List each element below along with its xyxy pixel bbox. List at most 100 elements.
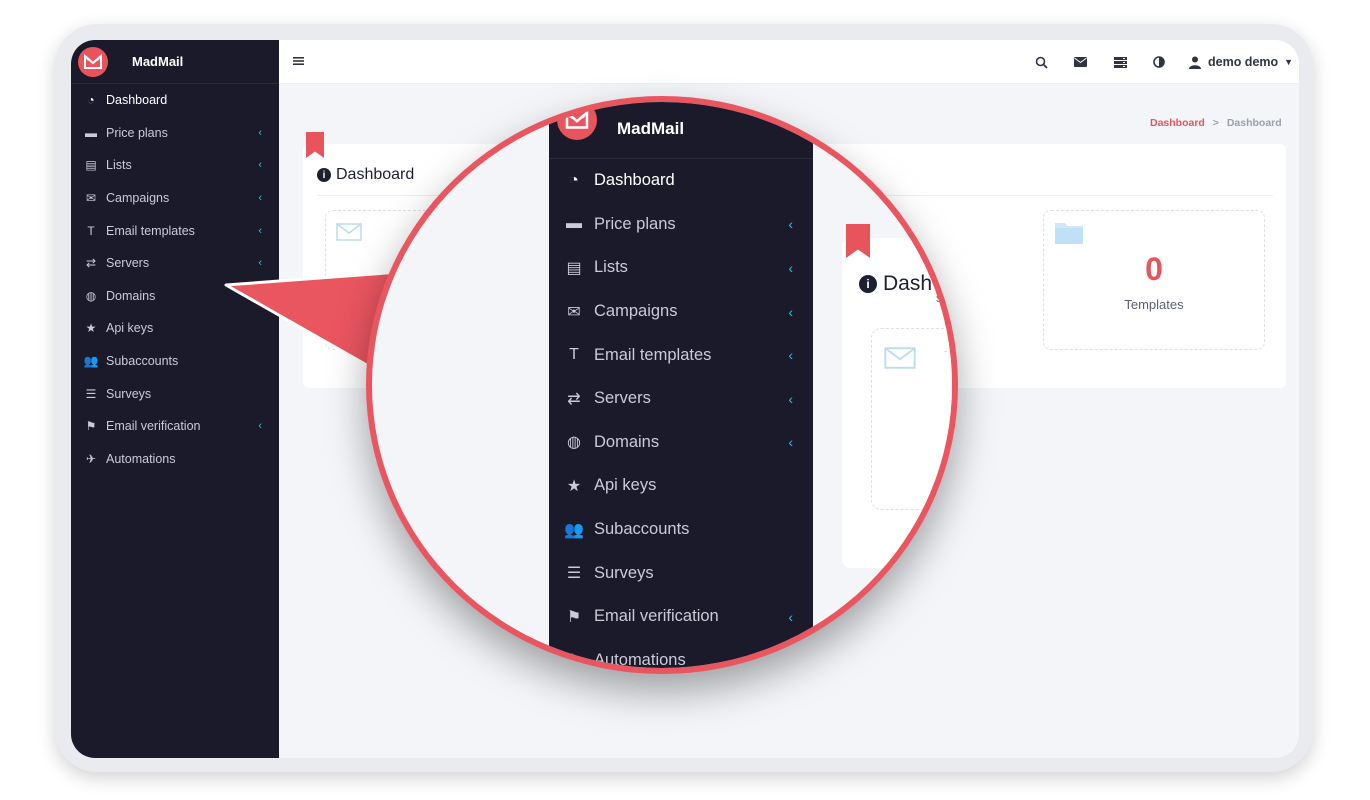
card-title: i Dashboard bbox=[317, 166, 414, 184]
chevron-left-icon: ‹ bbox=[788, 434, 793, 451]
sidebar-item-label: Api keys bbox=[106, 321, 154, 336]
sidebar-item-lists[interactable]: ▤ Lists ‹ bbox=[71, 149, 279, 182]
zoomed-sidebar-item-api-keys: ★ Api keys bbox=[549, 464, 813, 508]
envelope-icon[interactable] bbox=[1072, 54, 1088, 70]
list-document-icon: ▤ bbox=[566, 259, 582, 277]
sidebar-item-price-plans[interactable]: ▬ Price plans ‹ bbox=[71, 117, 279, 150]
zoomed-sidebar-item-lists: ▤ Lists ‹ bbox=[549, 246, 813, 290]
envelope-icon: ✉ bbox=[567, 303, 581, 321]
sidebar-item-email-verification[interactable]: ⚑ Email verification ‹ bbox=[71, 410, 279, 443]
caret-down-icon: ▼ bbox=[1284, 57, 1294, 67]
sidebar-item-label: Domains bbox=[106, 288, 156, 303]
zoomed-sidebar-nav: ◔ Dashboard ▬ Price plans ‹ ▤ Lists ‹ ✉ Campaigns… bbox=[549, 159, 813, 670]
info-icon: i bbox=[317, 168, 331, 182]
breadcrumb: Dashboard > Dashboard bbox=[1150, 117, 1282, 129]
sidebar-item-label: Price plans bbox=[106, 125, 168, 140]
stat-box-templates[interactable]: 0 Templates bbox=[1043, 210, 1265, 350]
sidebar-item-label: Subaccounts bbox=[106, 354, 179, 369]
zoomed-sidebar-item-email-templates: T Email templates ‹ bbox=[549, 333, 813, 377]
card-title-text: Dashboard bbox=[336, 166, 415, 183]
list-bullets-icon: ☰ bbox=[566, 565, 582, 583]
zoomed-sidebar-item-surveys: ☰ Surveys bbox=[549, 551, 813, 595]
check-flag-icon: ⚑ bbox=[85, 419, 97, 434]
zoomed-sidebar-item-email-verification: ⚑ Email verification ‹ bbox=[549, 595, 813, 639]
folder-icon bbox=[1054, 219, 1084, 250]
search-icon[interactable] bbox=[1033, 54, 1049, 70]
globe-icon: ◍ bbox=[85, 288, 97, 303]
credit-card-icon: ▬ bbox=[566, 215, 582, 233]
users-icon: 👥 bbox=[564, 521, 584, 539]
chevron-left-icon: ‹ bbox=[258, 159, 262, 172]
chevron-left-icon: ‹ bbox=[258, 257, 262, 270]
sidebar-item-label: Servers bbox=[106, 256, 150, 271]
text-format-icon: T bbox=[87, 223, 95, 238]
sidebar-item-email-templates[interactable]: T Email templates ‹ bbox=[71, 214, 279, 247]
zoomed-stat-box bbox=[871, 328, 952, 510]
chevron-left-icon: ‹ bbox=[788, 259, 793, 276]
sidebar-item-servers[interactable]: ⇄ Servers ‹ bbox=[71, 247, 279, 280]
chevron-left-icon: ‹ bbox=[258, 420, 262, 433]
users-icon: 👥 bbox=[83, 354, 99, 369]
sidebar-item-label: Domains bbox=[594, 432, 660, 451]
sidebar-item-label: Email templates bbox=[594, 345, 712, 364]
sidebar-item-dashboard[interactable]: ◔ Dashboard bbox=[71, 84, 279, 117]
zoomed-bookmark-icon bbox=[846, 224, 870, 258]
sidebar-item-label: Lists bbox=[106, 158, 132, 173]
user-menu[interactable]: demo demo ▼ bbox=[1189, 52, 1293, 72]
sidebar-item-automations[interactable]: ✈ Automations bbox=[71, 443, 279, 476]
sidebar-item-campaigns[interactable]: ✉ Campaigns ‹ bbox=[71, 182, 279, 215]
madmail-logo-icon bbox=[78, 46, 108, 77]
sidebar-item-label: Subaccounts bbox=[594, 520, 690, 539]
text-format-icon: T bbox=[569, 346, 579, 364]
sidebar-item-surveys[interactable]: ☰ Surveys bbox=[71, 377, 279, 410]
magnifier-zoom: MadMail ◔ Dashboard ▬ Price plans ‹ ▤ Lists ‹ ✉ C… bbox=[366, 96, 958, 674]
server-icon[interactable] bbox=[1112, 54, 1128, 70]
sidebar-item-label: Email verification bbox=[594, 607, 719, 626]
star-icon: ★ bbox=[566, 477, 582, 495]
user-name: demo demo bbox=[1208, 55, 1279, 69]
sidebar-item-label: Automations bbox=[594, 650, 686, 669]
zoomed-sidebar-item-domains: ◍ Domains ‹ bbox=[549, 421, 813, 465]
sidebar-item-label: Email templates bbox=[106, 223, 195, 238]
contrast-icon[interactable] bbox=[1151, 54, 1167, 70]
sidebar-nav: ◔ Dashboard ▬ Price plans ‹ ▤ Lists ‹ ✉ Campaigns… bbox=[71, 84, 279, 475]
zoomed-sidebar: MadMail ◔ Dashboard ▬ Price plans ‹ ▤ Lists ‹ ✉ C… bbox=[549, 102, 813, 670]
list-document-icon: ▤ bbox=[85, 158, 97, 173]
sidebar-item-label: Price plans bbox=[594, 214, 676, 233]
zoomed-sidebar-item-campaigns: ✉ Campaigns ‹ bbox=[549, 290, 813, 334]
chevron-left-icon: ‹ bbox=[788, 216, 793, 233]
plane-icon: ✈ bbox=[567, 652, 581, 670]
zoomed-sidebar-item-price-plans: ▬ Price plans ‹ bbox=[549, 203, 813, 247]
breadcrumb-current: Dashboard bbox=[1226, 117, 1282, 129]
hamburger-menu-icon[interactable] bbox=[292, 54, 306, 68]
zoomed-partial-stat-label: s bbox=[936, 290, 943, 305]
list-bullets-icon: ☰ bbox=[85, 386, 97, 401]
stat-label: Templates bbox=[1124, 297, 1184, 312]
user-icon bbox=[1189, 56, 1201, 69]
sidebar-item-subaccounts[interactable]: 👥 Subaccounts bbox=[71, 345, 279, 378]
zoomed-brand: MadMail bbox=[549, 102, 813, 159]
sidebar-item-label: Api keys bbox=[594, 476, 657, 495]
envelope-outline-icon bbox=[884, 347, 916, 374]
exchange-arrows-icon: ⇄ bbox=[567, 390, 581, 408]
envelope-outline-icon bbox=[336, 223, 362, 246]
brand-name: MadMail bbox=[132, 54, 184, 69]
breadcrumb-root[interactable]: Dashboard bbox=[1150, 117, 1205, 129]
chevron-left-icon: ‹ bbox=[258, 192, 262, 205]
sidebar-item-label: Campaigns bbox=[106, 191, 170, 206]
bookmark-icon bbox=[306, 132, 324, 158]
sidebar-item-domains[interactable]: ◍ Domains bbox=[71, 280, 279, 313]
sidebar-item-label: Email verification bbox=[106, 419, 201, 434]
sidebar-item-api-keys[interactable]: ★ Api keys bbox=[71, 312, 279, 345]
chevron-left-icon: ‹ bbox=[788, 303, 793, 320]
zoomed-sidebar-item-dashboard: ◔ Dashboard bbox=[549, 159, 813, 203]
dashboard-gauge-icon: ◔ bbox=[569, 171, 579, 189]
zoomed-dashboard-card: i Dash s bbox=[842, 224, 952, 568]
chevron-left-icon: ‹ bbox=[258, 224, 262, 237]
dashboard-gauge-icon: ◔ bbox=[87, 93, 95, 108]
zoomed-sidebar-item-subaccounts: 👥 Subaccounts bbox=[549, 508, 813, 552]
madmail-logo-icon bbox=[557, 102, 597, 140]
sidebar-item-label: Surveys bbox=[594, 563, 654, 582]
info-icon: i bbox=[859, 275, 877, 293]
brand[interactable]: MadMail bbox=[71, 40, 279, 84]
